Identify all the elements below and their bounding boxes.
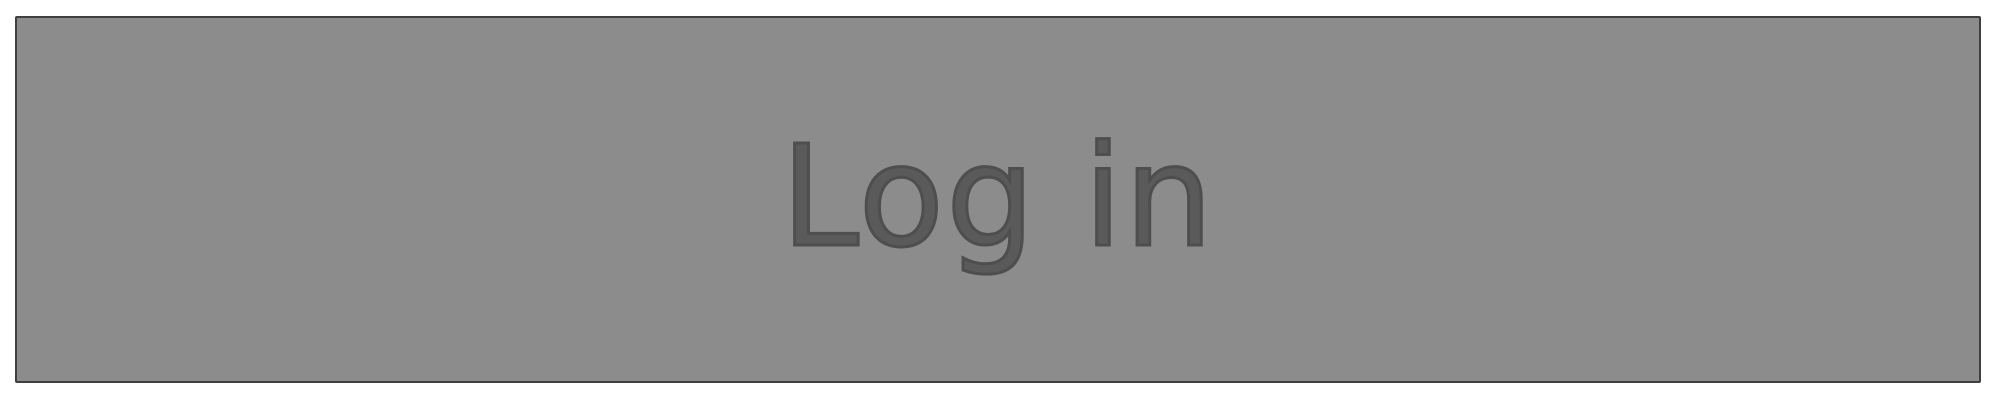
page: Log in — [0, 0, 2000, 400]
login-button[interactable]: Log in — [15, 16, 1981, 383]
login-button-label: Log in — [779, 115, 1216, 279]
